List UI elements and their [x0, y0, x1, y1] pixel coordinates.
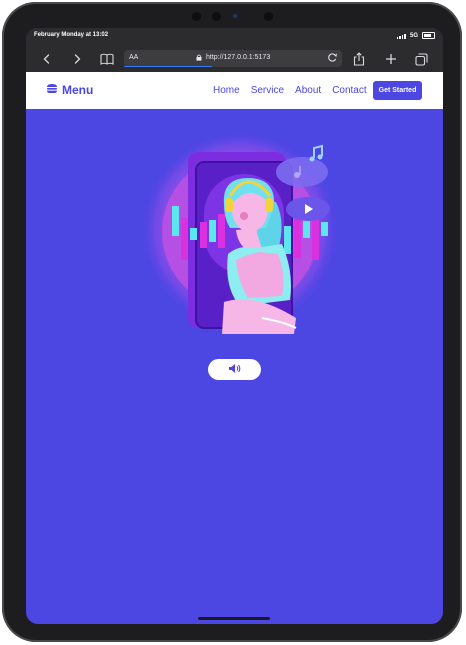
sound-toggle-button[interactable]	[208, 359, 261, 380]
music-illustration	[140, 122, 340, 334]
reload-icon[interactable]	[327, 52, 338, 65]
nav-link-about[interactable]: About	[295, 85, 321, 96]
page-load-progress	[124, 65, 212, 67]
camera-lens	[233, 14, 237, 18]
sensor-dot	[192, 12, 201, 21]
status-bar: February Monday at 13:02 5G	[26, 28, 443, 46]
forward-icon[interactable]	[68, 50, 86, 68]
hamburger-icon	[46, 83, 58, 97]
speaker-icon	[228, 361, 242, 379]
get-started-button[interactable]: Get Started	[373, 81, 422, 100]
sensor-dot	[212, 12, 221, 21]
nav-links: Home Service About Contact	[213, 85, 378, 96]
nav-link-contact[interactable]: Contact	[332, 85, 366, 96]
bookmarks-icon[interactable]	[98, 50, 116, 68]
tablet-device: February Monday at 13:02 5G AA http://12…	[2, 2, 462, 642]
network-label: 5G	[409, 32, 418, 39]
screen: February Monday at 13:02 5G AA http://12…	[26, 28, 443, 624]
tabs-overview-icon[interactable]	[412, 50, 430, 68]
signal-icon	[396, 33, 406, 39]
brand-menu-button[interactable]: Menu	[46, 83, 93, 97]
lock-icon	[196, 54, 202, 63]
brand-label: Menu	[62, 83, 94, 97]
browser-toolbar: AA http://127.0.0.1:5173	[26, 46, 443, 72]
status-date: February Monday at 13:02	[34, 32, 109, 38]
status-indicators: 5G	[396, 32, 435, 39]
music-bubble	[276, 157, 328, 187]
text-size-button[interactable]: AA	[129, 54, 138, 61]
share-icon[interactable]	[350, 50, 368, 68]
back-icon[interactable]	[38, 50, 56, 68]
address-bar[interactable]: AA http://127.0.0.1:5173	[124, 50, 342, 67]
site-navbar: Menu Home Service About Contact Get Star…	[26, 72, 443, 109]
home-indicator[interactable]	[198, 617, 270, 620]
sensor-dot	[264, 12, 273, 21]
camera-bar	[192, 10, 282, 22]
nav-link-home[interactable]: Home	[213, 85, 240, 96]
nav-link-service[interactable]: Service	[251, 85, 284, 96]
new-tab-icon[interactable]	[382, 50, 400, 68]
url-text: http://127.0.0.1:5173	[206, 54, 271, 61]
battery-icon	[422, 32, 435, 39]
